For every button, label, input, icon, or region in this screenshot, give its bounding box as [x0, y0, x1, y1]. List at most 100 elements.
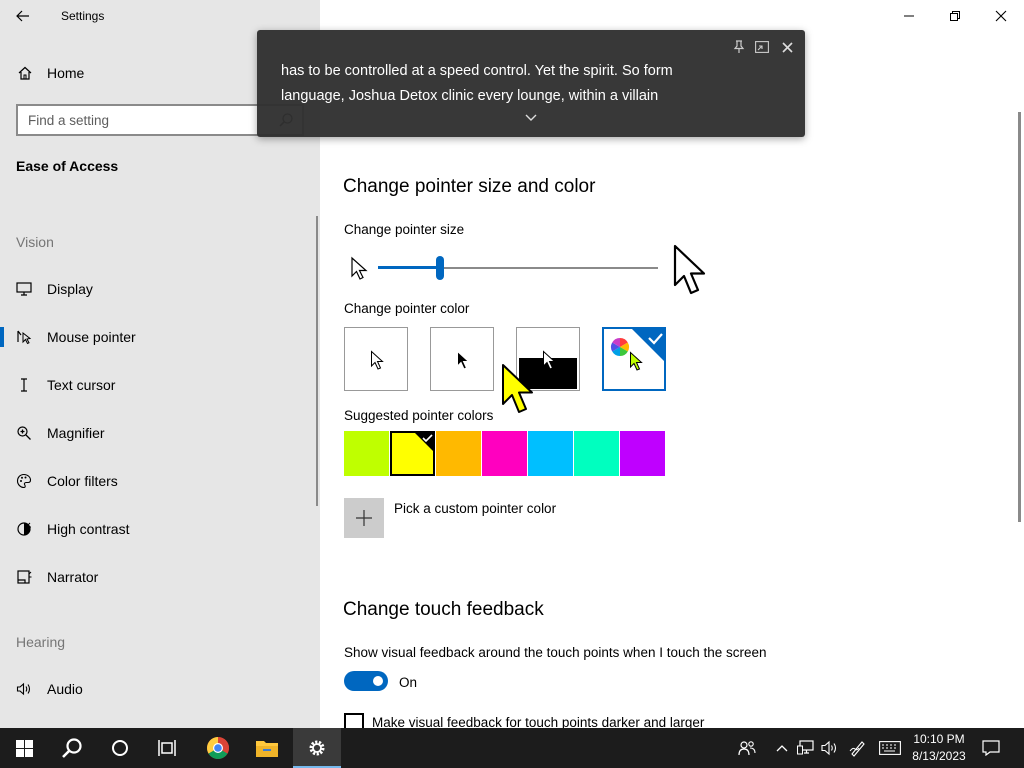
home-icon	[18, 66, 32, 80]
sidebar-item-magnifier[interactable]: Magnifier	[0, 413, 316, 453]
audio-icon	[16, 682, 31, 696]
sidebar-item-label: Narrator	[47, 569, 99, 585]
sidebar-item-mouse-pointer[interactable]: Mouse pointer	[0, 317, 316, 357]
pointer-color-label: Change pointer color	[344, 301, 470, 316]
sidebar-item-text-cursor[interactable]: Text cursor	[0, 365, 316, 405]
pointer-color-swatch[interactable]	[574, 431, 619, 476]
sidebar-item-audio[interactable]: Audio	[0, 669, 316, 709]
search-icon	[62, 738, 82, 758]
pin-button[interactable]	[729, 38, 749, 56]
pointer-color-swatch[interactable]	[528, 431, 573, 476]
notification-icon	[982, 740, 1000, 756]
network-tray-button[interactable]	[796, 738, 816, 758]
touch-feedback-toggle[interactable]	[344, 671, 388, 691]
pointer-color-inverted-option[interactable]	[516, 327, 580, 391]
sidebar-item-high-contrast[interactable]: High contrast	[0, 509, 316, 549]
pointer-color-swatch[interactable]	[390, 431, 435, 476]
volume-tray-button[interactable]	[820, 738, 840, 758]
color-wheel-icon	[610, 338, 630, 356]
caption-settings-button[interactable]	[752, 38, 772, 56]
text-cursor-icon	[21, 378, 27, 392]
close-icon	[781, 41, 793, 53]
pointer-size-slider-thumb[interactable]	[435, 256, 444, 280]
people-icon	[738, 741, 756, 756]
pointer-color-swatch[interactable]	[436, 431, 481, 476]
cortana-icon	[112, 740, 128, 756]
toggle-state-label: On	[399, 675, 418, 690]
pen-icon	[849, 741, 865, 757]
clock-date: 8/13/2023	[912, 749, 966, 763]
checkmark-icon	[413, 431, 435, 453]
group-label-vision: Vision	[16, 234, 54, 250]
custom-pointer-icon	[630, 351, 643, 371]
clock-time: 10:10 PM	[913, 732, 965, 746]
caption-close-button[interactable]	[777, 38, 797, 56]
add-custom-color-button[interactable]	[344, 498, 384, 538]
task-view-button[interactable]	[144, 728, 192, 768]
start-icon	[15, 739, 33, 757]
pen-tray-button[interactable]	[848, 738, 868, 758]
volume-icon	[821, 740, 837, 756]
task-view-icon	[158, 740, 176, 756]
touch-keyboard-tray-button[interactable]	[878, 738, 902, 758]
pointer-section-title: Change pointer size and color	[343, 176, 596, 197]
file-explorer-taskbar-button[interactable]	[243, 728, 291, 768]
main-scrollbar[interactable]	[1018, 112, 1021, 522]
custom-color-label[interactable]: Pick a custom pointer color	[394, 501, 556, 516]
small-pointer-icon	[351, 256, 368, 280]
white-pointer-icon	[371, 350, 384, 370]
file-explorer-icon	[256, 741, 278, 757]
mouse-pointer-icon	[17, 330, 32, 345]
cortana-button[interactable]	[96, 728, 144, 768]
caption-expand-button[interactable]	[522, 110, 540, 126]
chevron-up-icon	[776, 745, 788, 752]
title-bar: Settings	[0, 0, 320, 32]
section-title: Ease of Access	[16, 158, 119, 174]
high-contrast-icon	[17, 522, 31, 536]
app-title: Settings	[61, 9, 105, 23]
pointer-color-white-option[interactable]	[344, 327, 408, 391]
pointer-size-label: Change pointer size	[344, 222, 465, 237]
sidebar-item-label: Mouse pointer	[47, 329, 136, 345]
black-pointer-icon	[457, 350, 470, 370]
start-button[interactable]	[0, 728, 48, 768]
suggested-colors-label: Suggested pointer colors	[344, 408, 494, 423]
live-caption-window[interactable]: has to be controlled at a speed control.…	[257, 30, 805, 137]
caption-line-2: language, Joshua Detox clinic every loun…	[281, 88, 659, 104]
sidebar-item-label: Magnifier	[47, 425, 105, 441]
group-label-hearing: Hearing	[16, 634, 66, 650]
taskbar: 10:10 PM 8/13/2023	[0, 728, 1024, 768]
sidebar-item-color-filters[interactable]: Color filters	[0, 461, 316, 501]
action-center-button[interactable]	[981, 738, 1001, 758]
sidebar-item-narrator[interactable]: Narrator	[0, 557, 316, 597]
keyboard-icon	[879, 741, 901, 755]
chrome-taskbar-button[interactable]	[194, 728, 242, 768]
back-arrow-icon	[16, 10, 29, 22]
pointer-color-swatch[interactable]	[344, 431, 389, 476]
settings-icon	[309, 740, 325, 756]
caption-expand-icon	[755, 41, 769, 53]
chrome-icon	[207, 737, 229, 759]
sidebar-item-label: Color filters	[47, 473, 118, 489]
sidebar-item-label: Text cursor	[47, 377, 116, 393]
taskbar-search-button[interactable]	[48, 728, 96, 768]
sidebar-item-display[interactable]: Display	[0, 269, 316, 309]
caption-line-1: has to be controlled at a speed control.…	[281, 63, 673, 79]
people-tray-button[interactable]	[737, 738, 757, 758]
search-input[interactable]	[18, 106, 270, 134]
magnifier-icon	[17, 426, 31, 440]
display-icon	[16, 282, 32, 296]
inverted-pointer-icon	[543, 350, 556, 370]
pointer-color-black-option[interactable]	[430, 327, 494, 391]
pointer-color-swatch[interactable]	[620, 431, 665, 476]
pointer-color-swatch[interactable]	[482, 431, 527, 476]
clock[interactable]: 10:10 PM 8/13/2023	[906, 731, 972, 765]
settings-taskbar-button[interactable]	[293, 728, 341, 768]
back-button[interactable]	[8, 4, 38, 28]
pointer-color-custom-option[interactable]	[602, 327, 666, 391]
sidebar-scrollbar[interactable]	[316, 216, 318, 506]
color-filters-icon	[16, 473, 32, 489]
show-hidden-icons-button[interactable]	[772, 738, 792, 758]
network-icon	[797, 740, 814, 755]
sidebar-item-label: Audio	[47, 681, 83, 697]
